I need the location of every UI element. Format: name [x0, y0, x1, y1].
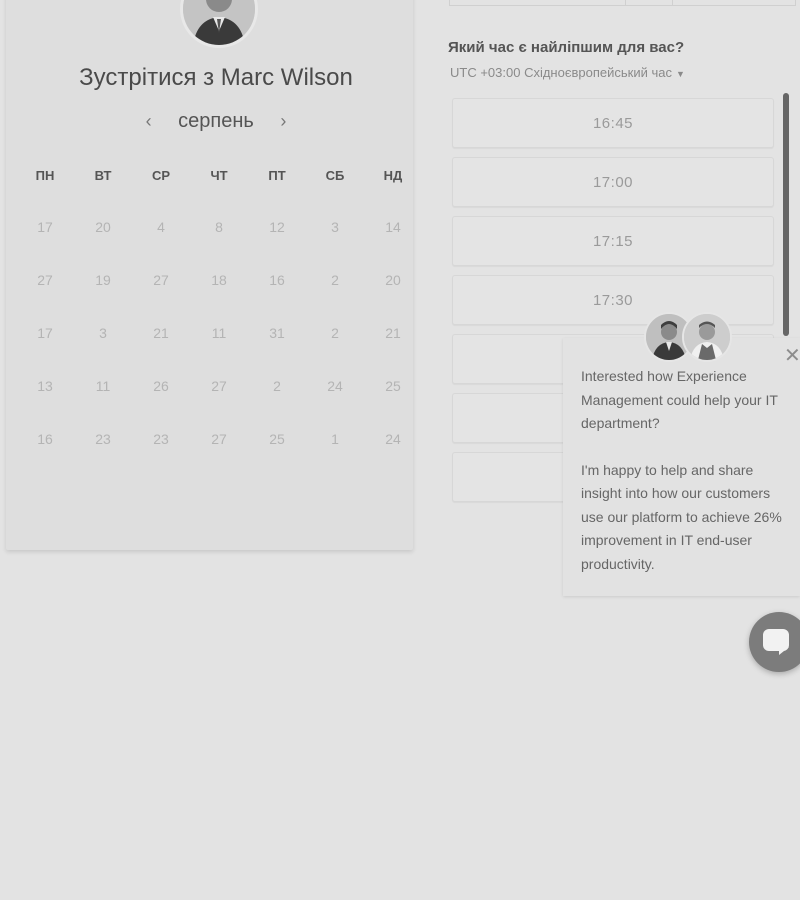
- caret-down-icon: ▼: [675, 69, 685, 79]
- calendar-day: 20: [95, 219, 111, 235]
- calendar-day: 3: [99, 325, 107, 341]
- calendar-day: 27: [37, 272, 53, 288]
- calendar-day: 3: [331, 219, 339, 235]
- calendar-day: 17: [37, 219, 53, 235]
- calendar-week: 17 20 4 8 12 3 14: [16, 219, 416, 272]
- weekday-label: ЧТ: [210, 168, 228, 183]
- page-title: Зустрітися з Marc Wilson: [79, 64, 353, 91]
- host-avatar: [180, 0, 258, 48]
- calendar-day: 13: [37, 378, 53, 394]
- calendar-day: 24: [385, 431, 401, 447]
- tab-divider: [625, 0, 626, 5]
- calendar-day: 18: [211, 272, 227, 288]
- weekday-label: НД: [383, 168, 403, 183]
- scrollbar[interactable]: [783, 93, 789, 336]
- chevron-right-icon[interactable]: ›: [271, 111, 295, 132]
- timezone-select[interactable]: UTC +03:00 Східноєвропейський час ▼: [450, 65, 685, 80]
- time-slot[interactable]: 16:45: [452, 98, 774, 148]
- calendar-day: 2: [273, 378, 281, 394]
- calendar-day: 21: [153, 325, 169, 341]
- calendar-day: 24: [327, 378, 343, 394]
- time-question: Який час є найліпшим для вас?: [448, 39, 685, 56]
- calendar-day: 2: [331, 325, 339, 341]
- calendar-week: 16 23 23 27 25 1 24: [16, 431, 416, 484]
- close-icon[interactable]: ✕: [784, 346, 800, 366]
- calendar-grid: 17 20 4 8 12 3 14 27 19 27 18 16 2 20 17…: [16, 219, 416, 484]
- calendar-day: 11: [95, 378, 111, 394]
- calendar-day: 27: [153, 272, 169, 288]
- time-slot[interactable]: 17:15: [452, 216, 774, 266]
- calendar-day: 25: [385, 378, 401, 394]
- calendar-day: 27: [211, 378, 227, 394]
- calendar-day: 4: [157, 219, 165, 235]
- calendar-week: 17 3 21 11 31 2 21: [16, 325, 416, 378]
- calendar-day: 19: [95, 272, 111, 288]
- agent-avatar: [682, 312, 732, 362]
- chat-launcher-button[interactable]: [749, 612, 800, 672]
- calendar-week: 27 19 27 18 16 2 20: [16, 272, 416, 325]
- calendar-week: 13 11 26 27 2 24 25: [16, 378, 416, 431]
- calendar-day: 1: [331, 431, 339, 447]
- calendar-day: 26: [153, 378, 169, 394]
- calendar-card: Зустрітися з Marc Wilson ‹ серпень › ПН …: [6, 0, 413, 550]
- calendar-day: 23: [95, 431, 111, 447]
- weekday-label: СР: [151, 168, 171, 183]
- calendar-day: 11: [211, 325, 227, 341]
- chat-bubble-tail: [779, 647, 789, 655]
- agent-avatars: [644, 312, 734, 362]
- calendar-day: 23: [153, 431, 169, 447]
- weekday-label: ВТ: [94, 168, 112, 183]
- month-label: серпень: [178, 110, 254, 133]
- calendar-day: 20: [385, 272, 401, 288]
- weekday-label: ПН: [35, 168, 55, 183]
- calendar-day: 8: [215, 219, 223, 235]
- chat-message-line: Interested how Experience Management cou…: [581, 368, 778, 431]
- chevron-left-icon[interactable]: ‹: [137, 111, 161, 132]
- calendar-day: 16: [269, 272, 285, 288]
- calendar-day: 17: [37, 325, 53, 341]
- chat-message: Interested how Experience Management cou…: [581, 365, 793, 599]
- top-tabs-edge: [449, 0, 796, 6]
- calendar-day: 12: [269, 219, 285, 235]
- calendar-day: 27: [211, 431, 227, 447]
- timezone-label: UTC +03:00 Східноєвропейський час: [450, 65, 672, 80]
- tab-divider: [672, 0, 673, 5]
- chat-message-line: I'm happy to help and share insight into…: [581, 461, 782, 572]
- calendar-day: 25: [269, 431, 285, 447]
- weekday-label: СБ: [325, 168, 345, 183]
- month-navigation: ‹ серпень ›: [6, 110, 426, 133]
- weekday-header: ПН ВТ СР ЧТ ПТ СБ НД: [16, 168, 416, 183]
- calendar-day: 31: [269, 325, 285, 341]
- weekday-label: ПТ: [268, 168, 286, 183]
- calendar-day: 14: [385, 219, 401, 235]
- calendar-day: 2: [331, 272, 339, 288]
- time-slot[interactable]: 17:00: [452, 157, 774, 207]
- calendar-day: 16: [37, 431, 53, 447]
- calendar-day: 21: [385, 325, 401, 341]
